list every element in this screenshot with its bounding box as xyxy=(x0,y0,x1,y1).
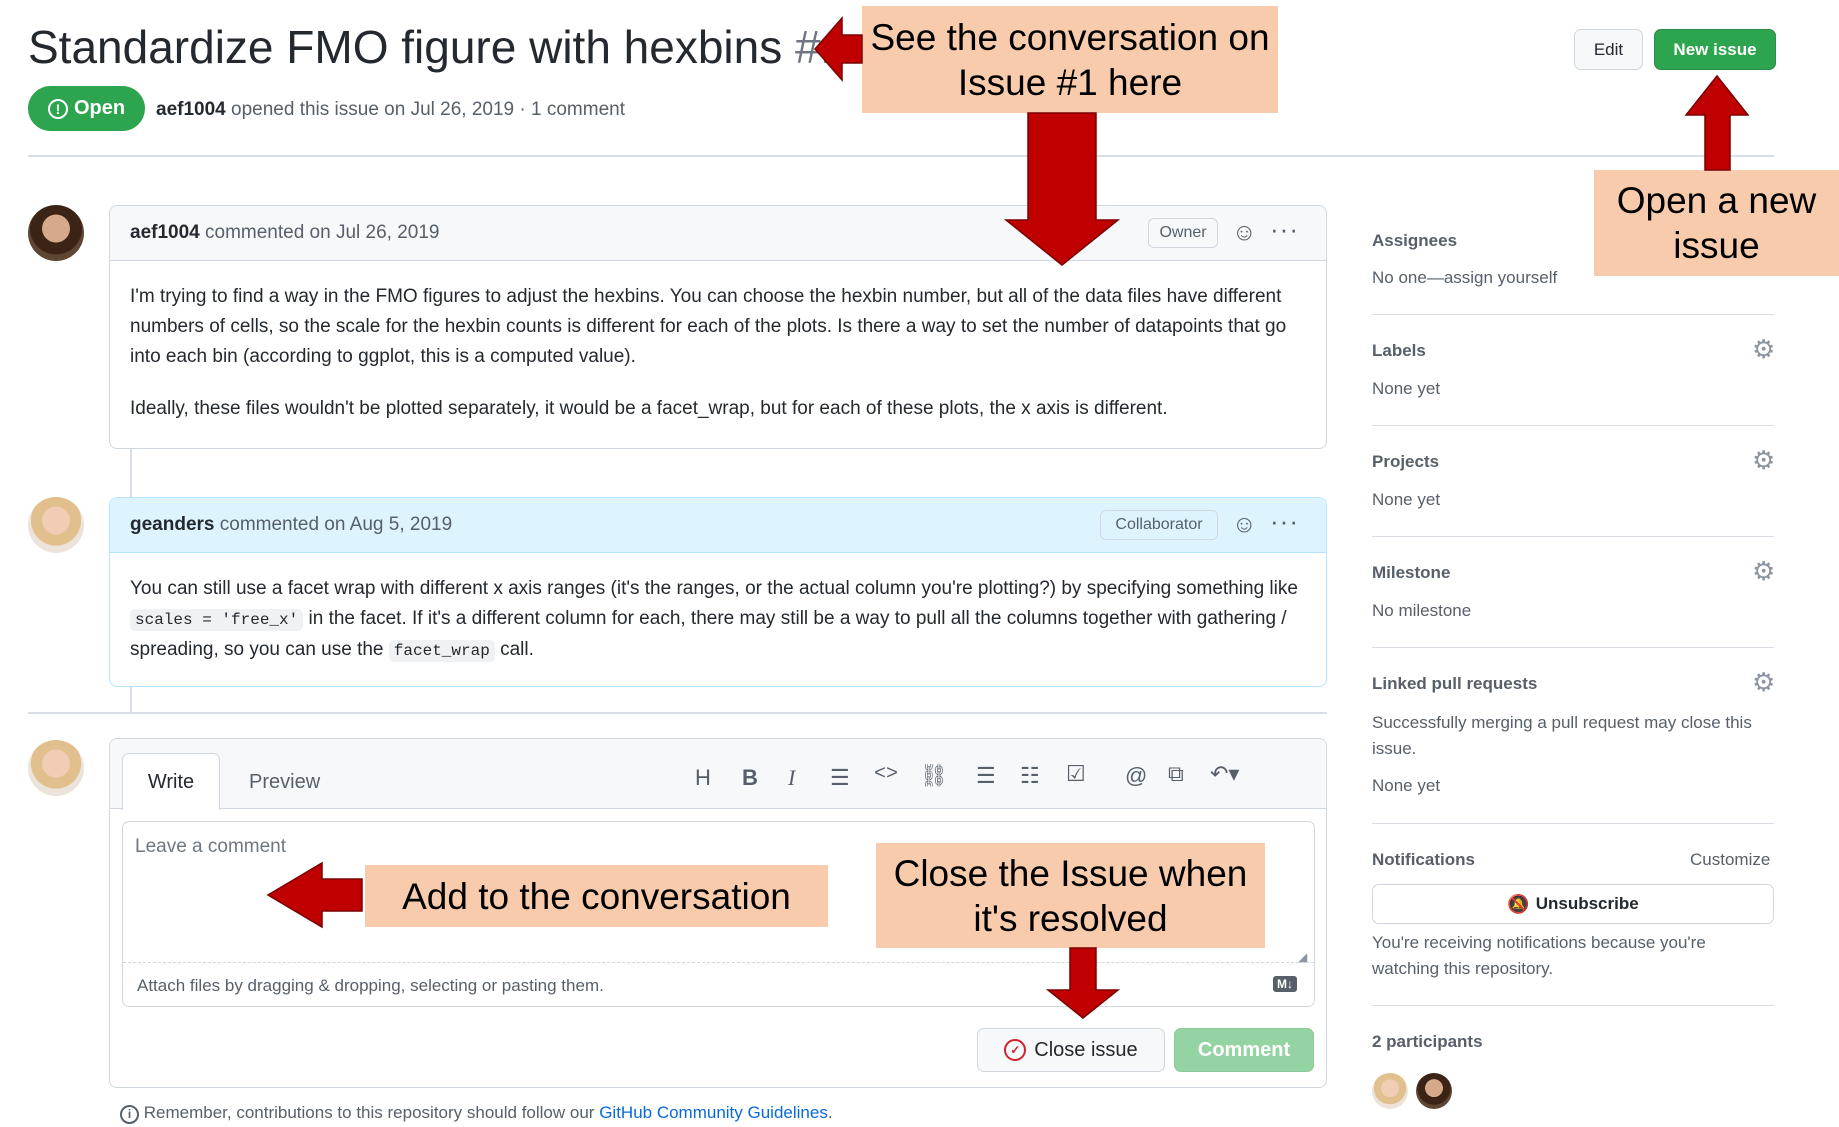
arrow-to-textarea xyxy=(266,861,363,929)
arrow-to-comment xyxy=(1003,112,1121,266)
arrow-to-new-issue xyxy=(1684,74,1750,171)
arrow-to-close xyxy=(1045,947,1121,1019)
annotation-arrows xyxy=(266,15,1750,1019)
arrow-to-title xyxy=(814,15,863,83)
